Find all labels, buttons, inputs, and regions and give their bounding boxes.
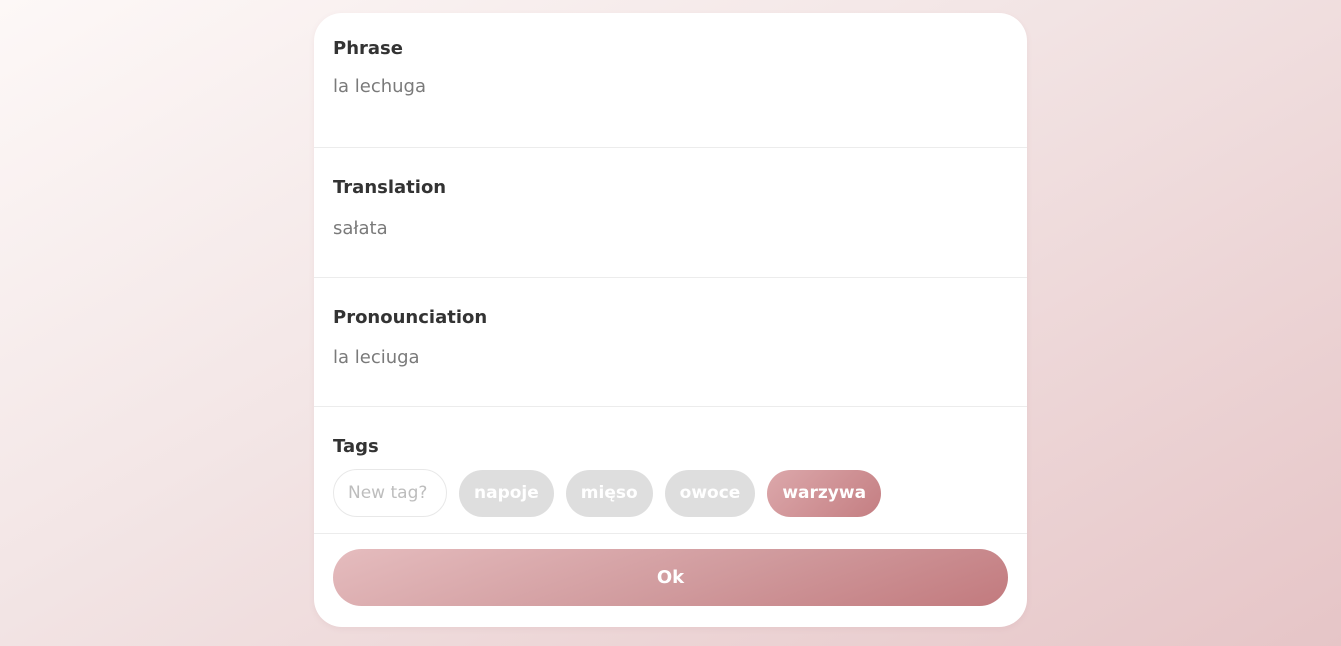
tag-chip-warzywa[interactable]: warzywa [767, 469, 882, 517]
tag-chip-napoje[interactable]: napoje [459, 469, 554, 517]
translation-label: Translation [333, 177, 447, 198]
tags-label: Tags [333, 436, 379, 457]
word-form-card: Phrase Translation Pronounciation Tags n… [314, 13, 1027, 627]
phrase-input[interactable] [333, 76, 973, 97]
ok-button[interactable]: Ok [333, 549, 1008, 606]
pronunciation-label: Pronounciation [333, 307, 488, 328]
tags-section: Tags napoje mięso owoce warzywa [314, 407, 1027, 534]
phrase-label: Phrase [333, 38, 403, 59]
pronunciation-section: Pronounciation [314, 278, 1027, 407]
tags-row: napoje mięso owoce warzywa [333, 468, 882, 518]
new-tag-input[interactable] [333, 469, 447, 517]
pronunciation-input[interactable] [333, 347, 973, 368]
tag-chip-owoce[interactable]: owoce [664, 469, 756, 517]
phrase-section: Phrase [314, 13, 1027, 148]
tag-chip-mieso[interactable]: mięso [565, 469, 653, 517]
translation-input[interactable] [333, 218, 973, 239]
translation-section: Translation [314, 148, 1027, 278]
